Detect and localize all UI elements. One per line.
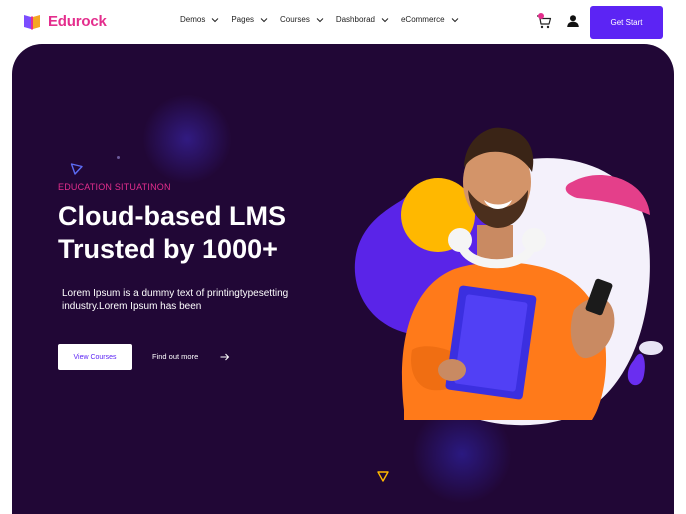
brand-logo[interactable]: Edurock: [22, 11, 107, 31]
nav-item-label: eCommerce: [400, 15, 445, 24]
find-out-more-link[interactable]: Find out more: [152, 352, 230, 361]
nav-item-demos[interactable]: Demos: [180, 15, 219, 24]
nav-item-pages[interactable]: Pages: [231, 15, 268, 24]
decorative-glow: [142, 94, 232, 184]
nav-item-label: Demos: [180, 15, 206, 24]
hero-description: Lorem Ipsum is a dummy text of printingt…: [62, 288, 322, 313]
nav-item-label: Pages: [231, 15, 255, 24]
arrow-right-icon: [220, 353, 230, 360]
nav-item-label: Courses: [280, 15, 310, 24]
description-line-2: industry.Lorem Ipsum has been: [62, 300, 202, 312]
chevron-down-icon: [451, 17, 458, 22]
decorative-dot: [117, 156, 120, 159]
nav-item-label: Dashborad: [335, 15, 375, 24]
description-line-1: Lorem Ipsum is a dummy text of printingt…: [62, 288, 289, 299]
main-menu: Demos Pages Courses Dashborad eCommerce: [180, 15, 471, 24]
chevron-down-icon: [260, 17, 268, 22]
hero-eyebrow: EDUCATION SITUATINON: [58, 182, 171, 192]
chevron-down-icon: [316, 17, 324, 22]
get-start-button[interactable]: Get Start: [590, 6, 663, 39]
user-icon[interactable]: [566, 14, 580, 28]
nav-item-dashboard[interactable]: Dashborad: [336, 15, 389, 24]
nav-item-courses[interactable]: Courses: [280, 15, 324, 24]
view-courses-button[interactable]: View Courses: [58, 344, 132, 370]
chevron-down-icon: [211, 17, 219, 22]
top-navbar: Edurock Demos Pages Courses Dashborad eC…: [0, 0, 686, 44]
headline-line-2: Trusted by 1000+: [58, 234, 278, 264]
hero-student-illustration: [354, 127, 663, 426]
hero-headline: Cloud-based LMS Trusted by 1000+: [58, 200, 348, 266]
find-out-more-label: Find out more: [152, 352, 199, 361]
nav-item-ecommerce[interactable]: eCommerce: [401, 15, 459, 24]
cart-count-badge: [538, 13, 544, 19]
book-logo-icon: [24, 15, 40, 30]
chevron-down-icon: [381, 17, 389, 22]
triangle-outline-icon: [70, 163, 83, 175]
headline-line-1: Cloud-based LMS: [58, 201, 286, 231]
brand-name: Edurock: [48, 12, 107, 30]
triangle-outline-icon: [377, 471, 389, 482]
hero-section: EDUCATION SITUATINON Cloud-based LMS Tru…: [12, 44, 674, 514]
